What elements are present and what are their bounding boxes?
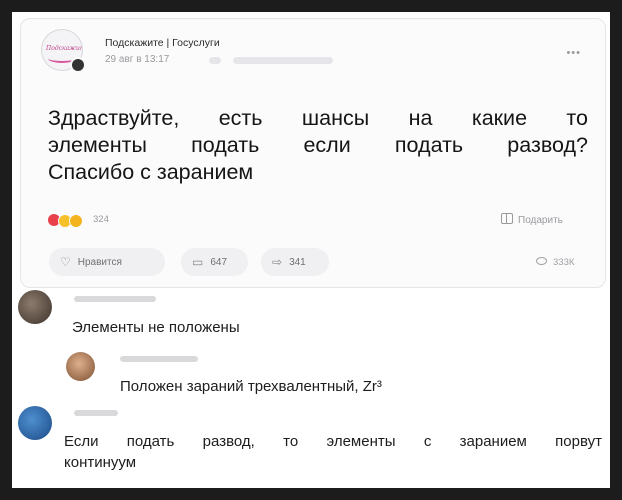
comment-avatar[interactable]	[18, 290, 52, 324]
comment-icon: ▭	[192, 255, 204, 269]
comment-text: Если подать развод, то элементы с зарани…	[64, 431, 602, 473]
reply-avatar[interactable]	[66, 352, 95, 381]
eye-icon	[536, 257, 547, 265]
avatar-logo-text: Подскажите	[46, 45, 82, 52]
post-text: Здраствуйте, есть шансы на какие то элем…	[48, 105, 588, 186]
avatar-badge	[70, 57, 86, 73]
reaction-count: 324	[93, 214, 109, 225]
comment-text: Положен зараний трехвалентный, Zr³	[120, 378, 382, 395]
gift-button[interactable]: Подарить	[501, 213, 563, 226]
blurred-header-info	[233, 57, 333, 64]
views-count: 333К	[553, 257, 575, 268]
blurred-comment-author[interactable]	[74, 410, 118, 416]
post-text-line: Спасибо с заранием	[48, 160, 254, 184]
wow-reaction-icon	[69, 214, 83, 228]
comment-text: Элементы не положены	[72, 319, 240, 336]
post-text-line: Здраствуйте, есть шансы на какие то	[48, 106, 588, 130]
comment-text-line: Если подать развод, то элементы с зарани…	[64, 433, 602, 450]
gift-icon	[501, 213, 513, 224]
post-card: Подскажите Подскажите | Госуслуги 29 авг…	[20, 18, 606, 288]
share-count: 341	[289, 256, 306, 268]
views-counter: 333К	[536, 257, 574, 268]
gift-label: Подарить	[518, 215, 563, 226]
comment-avatar[interactable]	[18, 406, 52, 440]
post-text-line: элементы подать если подать развод?	[48, 133, 588, 157]
post-author[interactable]: Подскажите | Госуслуги	[105, 37, 220, 49]
comment-text-line: континуум	[64, 454, 137, 471]
blurred-comment-author[interactable]	[120, 356, 198, 362]
screenshot-frame: Подскажите Подскажите | Госуслуги 29 авг…	[12, 12, 610, 488]
comment-button[interactable]: ▭ 647	[181, 248, 248, 276]
share-button[interactable]: ⇨ 341	[261, 248, 329, 276]
heart-icon: ♡	[60, 255, 71, 269]
like-label: Нравится	[77, 256, 122, 268]
comment-count: 647	[210, 256, 228, 268]
blurred-header-info	[209, 57, 221, 64]
more-horizontal-icon[interactable]: •••	[566, 47, 581, 59]
share-arrow-icon: ⇨	[272, 255, 283, 269]
comment-text-line: Положен зараний трехвалентный, Zr³	[120, 378, 382, 395]
post-timestamp[interactable]: 29 авг в 13:17	[105, 54, 169, 65]
comment-text-line: Элементы не положены	[72, 319, 240, 336]
like-button[interactable]: ♡ Нравится	[49, 248, 165, 276]
blurred-comment-author[interactable]	[74, 296, 156, 302]
